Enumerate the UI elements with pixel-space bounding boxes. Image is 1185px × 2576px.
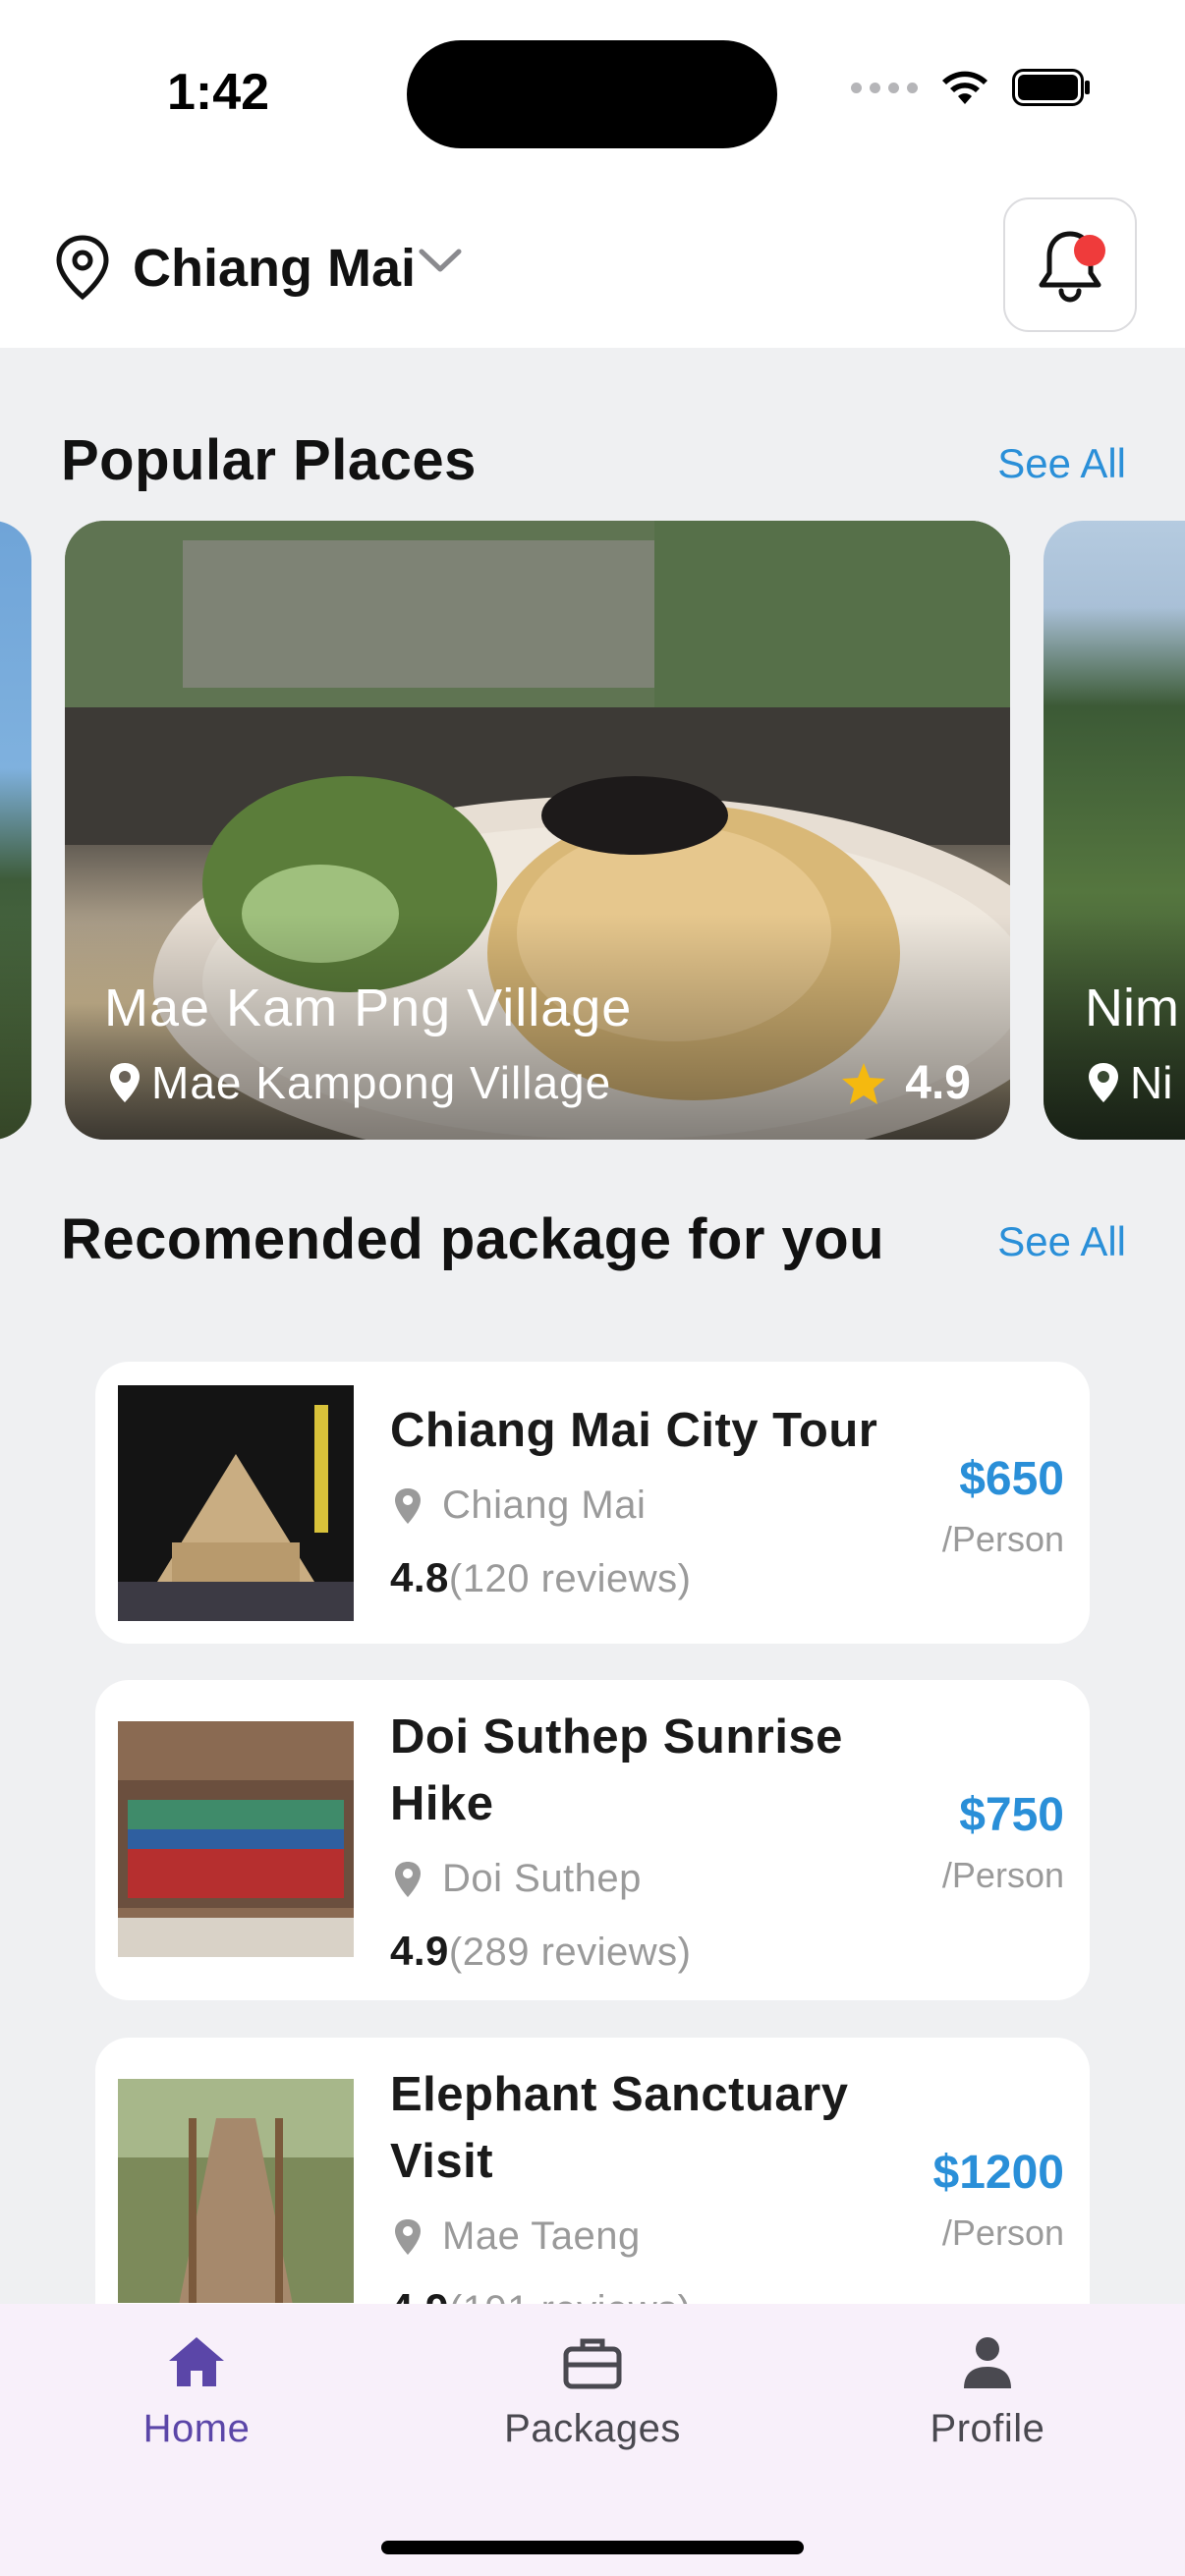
nav-profile[interactable]: Profile <box>840 2333 1135 2451</box>
nav-profile-label: Profile <box>930 2407 1045 2450</box>
package-price: $1200 <box>932 2147 1064 2199</box>
status-icons <box>851 69 1091 106</box>
package-location: Mae Taeng <box>393 2214 641 2259</box>
home-icon <box>169 2337 224 2386</box>
location-pin-icon[interactable] <box>53 234 112 301</box>
package-location-text: Doi Suthep <box>442 1857 642 1900</box>
package-image <box>118 2079 354 2303</box>
battery-icon <box>1012 69 1090 106</box>
package-price-unit: /Person <box>941 1855 1064 1895</box>
location-pin-icon <box>395 1861 421 1897</box>
status-time: 1:42 <box>167 64 270 121</box>
dynamic-island <box>407 40 777 148</box>
star-icon <box>842 1062 886 1104</box>
location-pin-icon <box>1089 1063 1118 1102</box>
home-indicator[interactable] <box>381 2541 804 2554</box>
package-rating-value: 4.9 <box>390 1928 449 1974</box>
notifications-button[interactable] <box>1003 197 1137 332</box>
package-reviews: (120 reviews) <box>448 1557 692 1600</box>
location-pin-icon <box>395 2218 421 2255</box>
package-price-unit: /Person <box>941 1519 1064 1559</box>
location-pin-icon <box>395 1487 421 1524</box>
cellular-signal-icon <box>851 82 918 93</box>
package-rating: 4.8(120 reviews) <box>390 1554 691 1601</box>
package-image <box>118 1385 354 1621</box>
package-location: Chiang Mai <box>393 1484 646 1528</box>
chevron-down-icon[interactable] <box>418 246 463 275</box>
notification-badge <box>1074 235 1105 266</box>
package-location: Doi Suthep <box>393 1857 642 1901</box>
package-card[interactable]: Chiang Mai City Tour Chiang Mai 4.8(120 … <box>95 1362 1090 1644</box>
location-pin-icon <box>110 1063 140 1102</box>
place-card-rating-value: 4.9 <box>905 1057 971 1109</box>
wifi-icon <box>942 71 988 104</box>
app-header: Chiang Mai <box>0 187 1185 348</box>
place-card-next-location: Ni <box>1087 1056 1172 1109</box>
place-card-previous[interactable] <box>0 521 31 1140</box>
package-title: Chiang Mai City Tour <box>390 1404 878 1457</box>
package-rating: 4.9(289 reviews) <box>390 1928 691 1975</box>
package-price: $750 <box>959 1789 1064 1841</box>
popular-places-carousel[interactable]: Mae Kam Png Village Mae Kampong Village … <box>0 521 1185 1142</box>
popular-see-all-link[interactable]: See All <box>997 440 1126 487</box>
briefcase-icon <box>563 2338 622 2389</box>
package-location-text: Mae Taeng <box>442 2214 641 2258</box>
place-card-location: Mae Kampong Village <box>108 1056 611 1109</box>
nav-packages[interactable]: Packages <box>445 2333 740 2451</box>
package-title: Elephant Sanctuary Visit <box>390 2068 849 2188</box>
location-selector[interactable]: Chiang Mai <box>133 238 416 299</box>
recommended-see-all-link[interactable]: See All <box>997 1218 1126 1265</box>
package-price-unit: /Person <box>941 2212 1064 2253</box>
place-card-next-location-text: Ni <box>1130 1057 1173 1108</box>
status-bar: 1:42 <box>0 0 1185 187</box>
package-image <box>118 1721 354 1957</box>
package-rating-value: 4.8 <box>390 1554 449 1600</box>
popular-places-title: Popular Places <box>61 428 477 492</box>
bottom-navigation: Home Packages Profile <box>0 2304 1185 2576</box>
package-location-text: Chiang Mai <box>442 1484 647 1527</box>
place-card-title: Mae Kam Png Village <box>104 979 633 1037</box>
nav-home-label: Home <box>142 2407 251 2450</box>
package-card[interactable]: Doi Suthep Sunrise Hike Doi Suthep 4.9(2… <box>95 1680 1090 2000</box>
person-icon <box>964 2337 1011 2388</box>
recommended-title: Recomended package for you <box>61 1207 885 1271</box>
place-card-next-title: Nim <box>1085 979 1179 1037</box>
nav-home[interactable]: Home <box>49 2333 344 2451</box>
place-card-next[interactable]: Nim Ni <box>1044 521 1185 1140</box>
place-card-rating: 4.9 <box>840 1056 971 1110</box>
nav-packages-label: Packages <box>504 2407 681 2450</box>
place-card-location-text: Mae Kampong Village <box>151 1057 612 1108</box>
place-card[interactable]: Mae Kam Png Village Mae Kampong Village … <box>65 521 1010 1140</box>
package-price: $650 <box>959 1453 1064 1505</box>
package-reviews: (289 reviews) <box>448 1931 692 1974</box>
package-title: Doi Suthep Sunrise Hike <box>390 1710 843 1830</box>
